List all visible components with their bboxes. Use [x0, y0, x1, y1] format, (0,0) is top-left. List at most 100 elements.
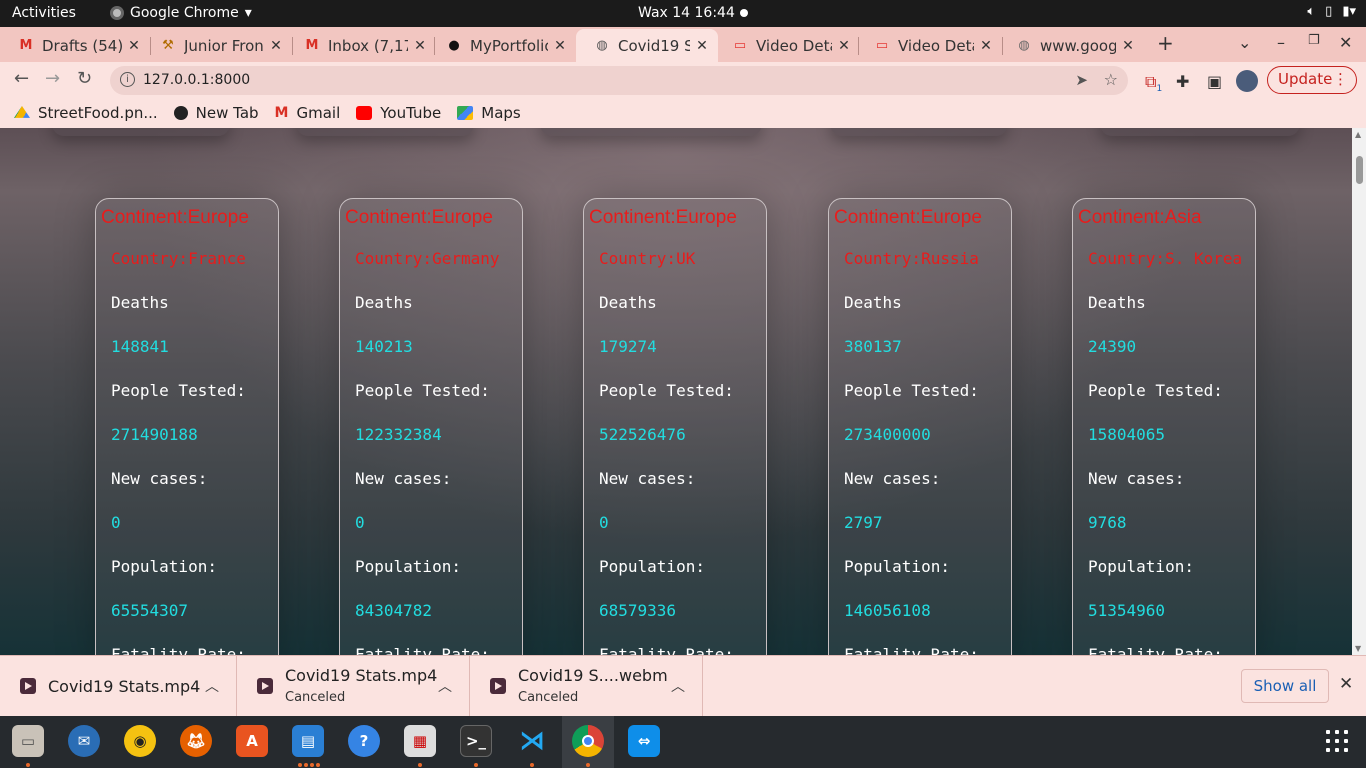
screenshot-icon[interactable]: ▦ [404, 725, 436, 757]
country-label: Country:Russia [844, 249, 979, 268]
reload-icon[interactable]: ↻ [77, 68, 92, 89]
fatality-rate-label: Fatality Rate: [355, 645, 490, 655]
side-panel-icon[interactable]: ▣ [1207, 72, 1222, 91]
close-icon[interactable]: ✕ [1339, 674, 1353, 694]
country-label: Country:France [111, 249, 246, 268]
tab-video-details-2[interactable]: ▭ Video Deta ✕ [856, 29, 1002, 62]
files-icon[interactable]: ▭ [12, 725, 44, 757]
browser-toolbar: ← → ↻ i 127.0.0.1:8000 ➤ ☆ ⧉1 ✚ ▣ Update… [0, 62, 1366, 98]
scroll-up-icon[interactable]: ▲ [1355, 130, 1361, 139]
population-label: Population: [111, 557, 217, 576]
terminal-icon[interactable]: >_ [460, 725, 492, 757]
address-bar[interactable]: i 127.0.0.1:8000 ➤ ☆ [110, 66, 1128, 95]
tested-label: People Tested: [111, 381, 246, 400]
tab-inbox[interactable]: M Inbox (7,17 ✕ [286, 29, 436, 62]
download-item[interactable]: Covid19 Stats.mp4 ︿ [0, 656, 237, 717]
update-button[interactable]: Update ⋮ [1267, 66, 1357, 94]
software-icon[interactable]: A [236, 725, 268, 757]
page-content: Continent:Europe Country:France Deaths 1… [0, 128, 1352, 655]
bookmark-star-icon[interactable]: ☆ [1104, 70, 1118, 89]
avatar[interactable] [1236, 70, 1258, 92]
bookmark-streetfood[interactable]: StreetFood.pn... [14, 104, 158, 122]
tab-title: www.goog [1040, 36, 1116, 55]
chevron-up-icon[interactable]: ︿ [671, 676, 685, 696]
tab-drafts[interactable]: M Drafts (54) ✕ [0, 29, 150, 62]
forward-icon[interactable]: → [45, 68, 60, 89]
page-scrollbar[interactable]: ▲ ▼ [1352, 128, 1366, 655]
tab-title: Junior Fron [184, 36, 264, 55]
url-text[interactable]: 127.0.0.1:8000 [143, 72, 250, 88]
chevron-up-icon[interactable]: ︿ [205, 676, 219, 696]
rhythmbox-icon[interactable]: ◉ [124, 725, 156, 757]
video-file-icon [257, 678, 273, 694]
close-icon[interactable]: ✕ [1120, 38, 1136, 54]
tab-covid19-stats[interactable]: ◍ Covid19 Sta ✕ [576, 29, 718, 62]
system-menu[interactable]: 🔈︎ ▯ ▮▾ [1307, 4, 1356, 19]
tab-search-chevron-icon[interactable]: ⌄ [1238, 33, 1251, 52]
show-all-downloads-button[interactable]: Show all [1241, 669, 1329, 703]
new-tab-button[interactable]: + [1157, 31, 1174, 55]
tested-value: 122332384 [355, 425, 442, 444]
chrome-icon[interactable] [572, 725, 604, 757]
activities-button[interactable]: Activities [12, 5, 76, 21]
show-applications-icon[interactable] [1326, 730, 1348, 752]
scrollbar-thumb[interactable] [1356, 156, 1363, 184]
new-cases-value: 0 [355, 513, 365, 532]
phone-icon: ▯ [1325, 4, 1333, 19]
previous-card-edge [52, 128, 230, 136]
bookmark-label: New Tab [195, 104, 259, 122]
close-icon[interactable]: ✕ [552, 38, 568, 54]
bookmark-label: YouTube [380, 104, 442, 122]
send-tab-icon[interactable]: ➤ [1075, 71, 1088, 89]
gmail-icon: M [19, 38, 33, 53]
download-item[interactable]: Covid19 S....webm Canceled ︿ [470, 656, 703, 717]
thunderbird-icon[interactable]: ✉ [68, 725, 100, 757]
tested-value: 15804065 [1088, 425, 1166, 444]
extension-video-icon[interactable]: ⧉1 [1145, 72, 1162, 94]
drive-icon [14, 106, 30, 118]
fatality-rate-label: Fatality Rate: [1088, 645, 1223, 655]
tab-myportfolio[interactable]: ● MyPortfolio ✕ [428, 29, 576, 62]
close-window-icon[interactable]: ✕ [1339, 33, 1352, 52]
download-filename: Covid19 S....webm [518, 666, 668, 685]
close-icon[interactable]: ✕ [694, 38, 710, 54]
bookmark-gmail[interactable]: M Gmail [275, 104, 341, 122]
back-icon[interactable]: ← [14, 68, 29, 89]
help-icon[interactable]: ? [348, 725, 380, 757]
extensions-puzzle-icon[interactable]: ✚ [1176, 72, 1189, 91]
close-icon[interactable]: ✕ [978, 38, 994, 54]
restore-icon[interactable]: ❐ [1308, 33, 1320, 48]
github-icon: ● [448, 38, 460, 53]
vscode-icon[interactable]: ⋊ [516, 725, 548, 757]
bookmark-youtube[interactable]: YouTube [356, 104, 441, 122]
clock[interactable]: Wax 14 16:44 [638, 5, 735, 21]
gmail-icon: M [305, 38, 319, 53]
tab-strip: M Drafts (54) ✕ ⚒ Junior Fron ✕ M Inbox … [0, 27, 1366, 62]
scroll-down-icon[interactable]: ▼ [1355, 644, 1361, 653]
app-menu[interactable]: Google Chrome ▾ [110, 5, 252, 21]
teamviewer-icon[interactable]: ⇔ [628, 725, 660, 757]
tested-label: People Tested: [844, 381, 979, 400]
downloads-shelf: Covid19 Stats.mp4 ︿ Covid19 Stats.mp4 Ca… [0, 655, 1366, 717]
firefox-icon[interactable]: 🦊︎ [180, 725, 212, 757]
tab-video-details-1[interactable]: ▭ Video Deta ✕ [714, 29, 860, 62]
fatality-rate-label: Fatality Rate: [844, 645, 979, 655]
close-icon[interactable]: ✕ [268, 38, 284, 54]
video-icon: ▭ [733, 38, 747, 53]
tab-title: MyPortfolio [470, 36, 548, 55]
new-cases-label: New cases: [111, 469, 208, 488]
tab-junior-frontend[interactable]: ⚒ Junior Fron ✕ [142, 29, 292, 62]
country-card-uk: Continent:Europe Country:UK Deaths 17927… [583, 198, 767, 655]
bookmark-maps[interactable]: Maps [457, 104, 521, 122]
close-icon[interactable]: ✕ [126, 38, 142, 54]
close-icon[interactable]: ✕ [836, 38, 852, 54]
minimize-icon[interactable]: – [1277, 33, 1285, 52]
bookmark-new-tab[interactable]: New Tab [173, 104, 259, 122]
site-info-icon[interactable]: i [120, 72, 135, 87]
update-label: Update [1278, 70, 1333, 88]
libreoffice-writer-icon[interactable]: ▤ [292, 725, 324, 757]
tab-google[interactable]: ◍ www.goog ✕ [998, 29, 1144, 62]
chevron-up-icon[interactable]: ︿ [438, 676, 452, 696]
close-icon[interactable]: ✕ [412, 38, 428, 54]
download-item[interactable]: Covid19 Stats.mp4 Canceled ︿ [237, 656, 470, 717]
